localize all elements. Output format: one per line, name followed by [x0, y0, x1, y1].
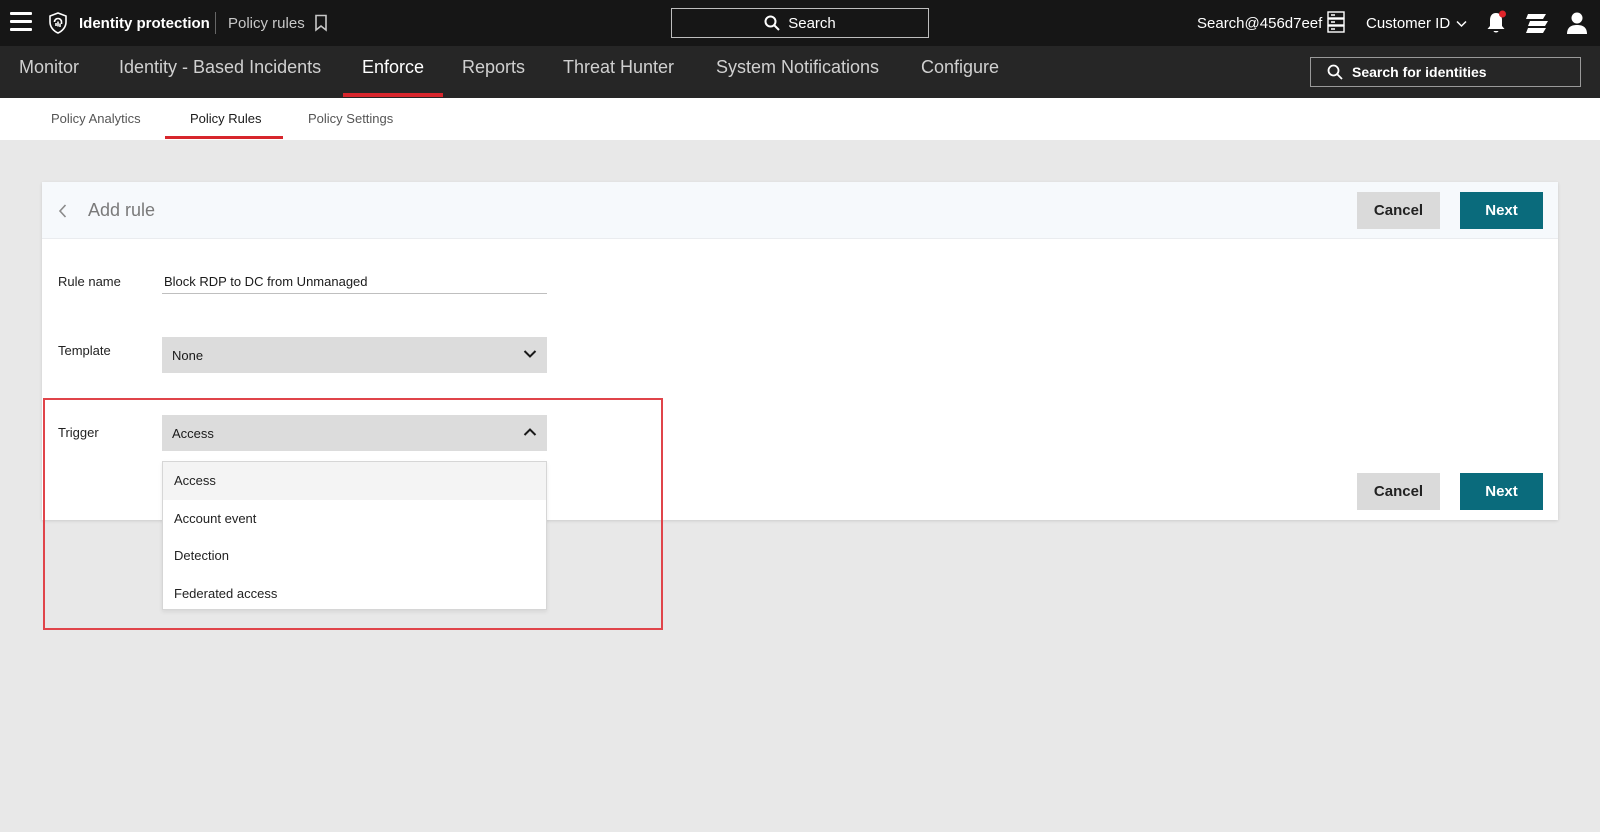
card-header: Add rule Cancel Next	[42, 182, 1558, 239]
nav-monitor[interactable]: Monitor	[19, 57, 79, 78]
trigger-dropdown-menu: Access Account event Detection Federated…	[162, 461, 547, 610]
nav-system-notifications[interactable]: System Notifications	[716, 57, 879, 78]
global-search-button[interactable]: Search	[671, 8, 929, 38]
customer-id-dropdown[interactable]: Customer ID	[1366, 15, 1467, 32]
chevron-down-icon	[523, 350, 537, 358]
user-profile-icon[interactable]	[1565, 10, 1589, 36]
app-title: Identity protection	[79, 15, 210, 32]
next-button-bottom[interactable]: Next	[1460, 473, 1543, 510]
nav-reports[interactable]: Reports	[462, 57, 525, 78]
hamburger-menu-icon[interactable]	[10, 12, 32, 32]
nav-identity-based-incidents[interactable]: Identity - Based Incidents	[119, 57, 321, 78]
tab-policy-settings[interactable]: Policy Settings	[308, 111, 393, 126]
rule-name-label: Rule name	[58, 274, 121, 289]
server-icon[interactable]	[1326, 11, 1346, 33]
stacked-layers-icon[interactable]	[1525, 12, 1549, 34]
trigger-value: Access	[172, 425, 214, 441]
chevron-up-icon	[523, 428, 537, 436]
trigger-option-access[interactable]: Access	[163, 462, 546, 500]
sub-tabs: Policy Analytics Policy Rules Policy Set…	[0, 98, 1600, 140]
template-label: Template	[58, 343, 111, 358]
identity-search-input[interactable]: Search for identities	[1310, 57, 1581, 87]
nav-enforce[interactable]: Enforce	[362, 57, 424, 78]
cancel-button-bottom[interactable]: Cancel	[1357, 473, 1440, 510]
user-email: Search@456d7eef	[1197, 15, 1323, 32]
trigger-option-account-event[interactable]: Account event	[163, 500, 546, 538]
next-button-top[interactable]: Next	[1460, 192, 1543, 229]
customer-id-label: Customer ID	[1366, 15, 1451, 32]
bookmark-icon[interactable]	[314, 14, 328, 32]
template-value: None	[172, 347, 204, 363]
page-title: Policy rules	[228, 15, 305, 32]
search-label: Search	[788, 14, 836, 32]
main-nav: Monitor Identity - Based Incidents Enfor…	[0, 46, 1600, 98]
notification-bell-icon[interactable]	[1484, 10, 1508, 36]
template-select[interactable]: None	[162, 337, 547, 373]
trigger-option-detection[interactable]: Detection	[163, 537, 546, 575]
nav-threat-hunter[interactable]: Threat Hunter	[563, 57, 674, 78]
nav-configure[interactable]: Configure	[921, 57, 999, 78]
top-bar: Identity protection Policy rules Search …	[0, 0, 1600, 46]
search-icon	[764, 15, 780, 31]
trigger-option-federated-access[interactable]: Federated access	[163, 575, 546, 613]
search-icon	[1327, 64, 1343, 80]
rule-name-input[interactable]: Block RDP to DC from Unmanaged	[162, 270, 547, 294]
cancel-button-top[interactable]: Cancel	[1357, 192, 1440, 229]
card-title: Add rule	[88, 200, 156, 220]
nav-active-indicator	[343, 93, 443, 97]
trigger-select[interactable]: Access	[162, 415, 547, 451]
tab-policy-analytics[interactable]: Policy Analytics	[51, 111, 141, 126]
identity-search-placeholder: Search for identities	[1352, 64, 1487, 80]
fingerprint-logo-icon	[49, 12, 67, 34]
chevron-down-icon	[1456, 20, 1467, 27]
tab-active-indicator	[165, 136, 283, 139]
title-divider	[215, 12, 216, 34]
chevron-left-icon[interactable]	[56, 202, 70, 220]
trigger-label: Trigger	[58, 425, 99, 440]
tab-policy-rules[interactable]: Policy Rules	[190, 111, 262, 126]
